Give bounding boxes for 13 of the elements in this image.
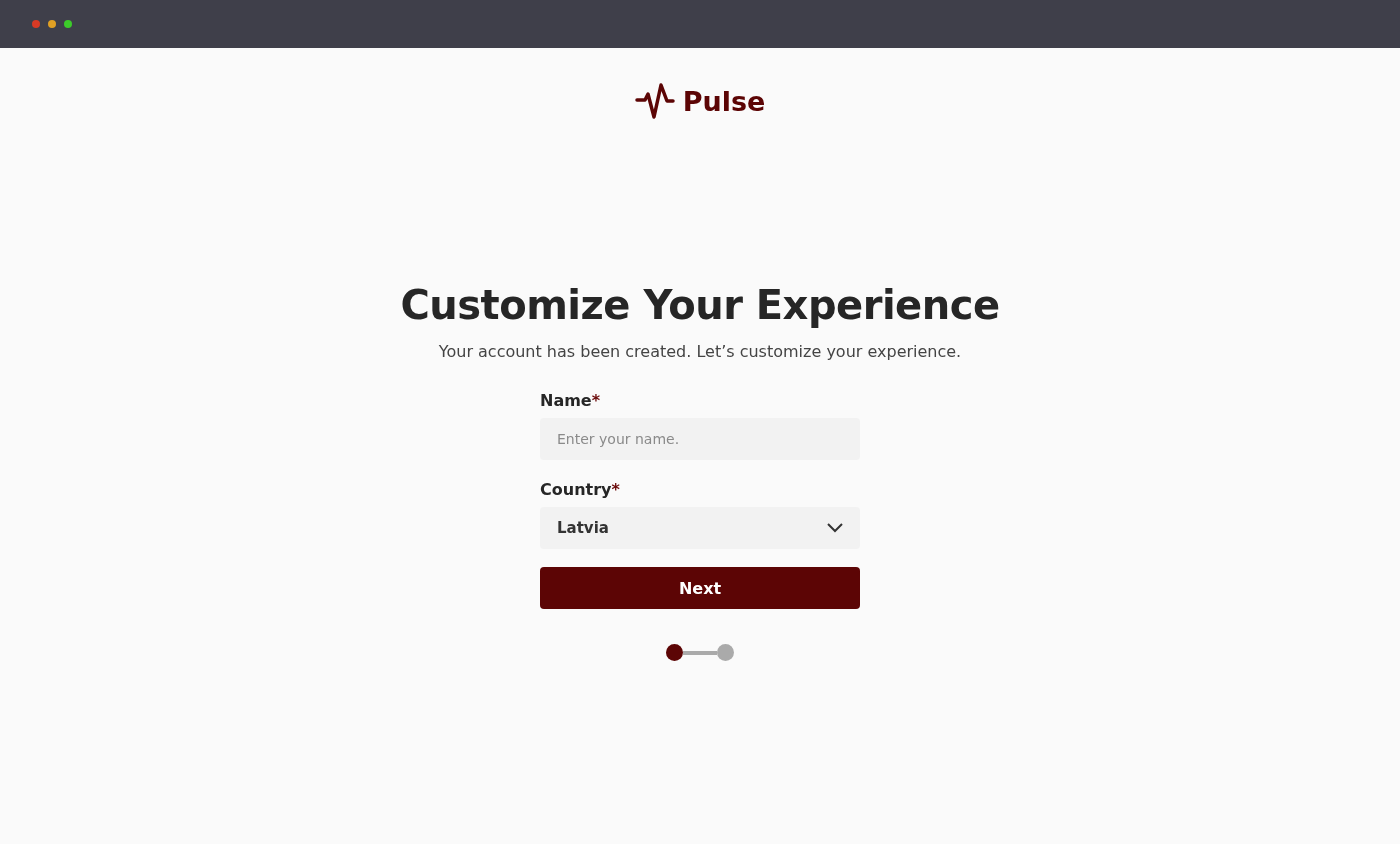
chevron-down-icon — [827, 523, 843, 533]
field-label: Name* — [540, 391, 602, 410]
name-field[interactable]: Enter your name. — [540, 418, 860, 460]
page-subtitle: Your account has been created. Let’s customize your experience. — [437, 342, 963, 361]
brand-name: Pulse — [682, 85, 766, 117]
maximize-dot[interactable] — [64, 20, 72, 28]
pulse-icon — [634, 81, 675, 121]
next-button[interactable]: Next — [540, 567, 860, 609]
page-heading: Customize Your Experience — [399, 282, 1001, 328]
country-select[interactable]: Latvia — [540, 507, 860, 549]
field-label: Country* — [540, 480, 621, 499]
close-dot[interactable] — [32, 20, 40, 28]
minimize-dot[interactable] — [48, 20, 56, 28]
